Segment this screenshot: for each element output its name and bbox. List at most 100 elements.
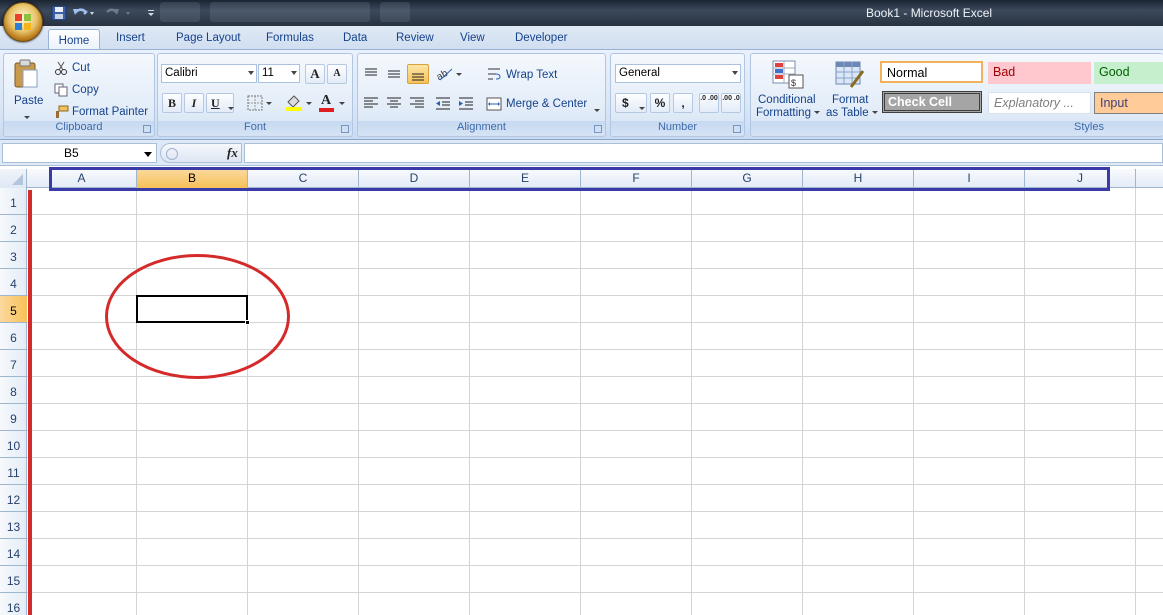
format-painter-button[interactable]: Format Painter: [72, 106, 148, 118]
wrap-text-button[interactable]: Wrap Text: [506, 69, 557, 81]
alignment-launcher-icon[interactable]: [594, 125, 602, 133]
increase-indent-icon[interactable]: [457, 94, 475, 112]
tab-developer[interactable]: Developer: [515, 32, 567, 44]
row-header-1[interactable]: 1: [0, 188, 27, 215]
paste-icon[interactable]: [12, 59, 40, 89]
row-header-16[interactable]: 16: [0, 593, 27, 615]
row-header-12[interactable]: 12: [0, 485, 27, 512]
align-left-icon[interactable]: [362, 94, 380, 112]
font-color-icon[interactable]: A: [318, 93, 348, 112]
save-icon[interactable]: [51, 5, 67, 21]
row-header-5[interactable]: 5: [0, 296, 27, 323]
number-format-combo[interactable]: General: [615, 64, 741, 83]
row-header-3[interactable]: 3: [0, 242, 27, 269]
font-group: Calibri 11 A A B I U A Font: [157, 53, 353, 137]
tab-page-layout[interactable]: Page Layout: [176, 32, 241, 44]
copy-icon: [54, 83, 68, 97]
row-header-7[interactable]: 7: [0, 350, 27, 377]
style-check-cell[interactable]: Check Cell: [882, 91, 982, 113]
bold-button[interactable]: B: [162, 93, 182, 113]
row-header-13[interactable]: 13: [0, 512, 27, 539]
row-header-10[interactable]: 10: [0, 431, 27, 458]
formula-input[interactable]: [244, 143, 1163, 163]
fill-color-icon[interactable]: [284, 94, 314, 112]
name-box[interactable]: B5: [2, 143, 157, 163]
column-headers-highlight: [49, 167, 1110, 191]
format-as-table-button[interactable]: Format: [832, 94, 868, 106]
align-middle-icon[interactable]: [385, 65, 403, 83]
window-title: Book1 - Microsoft Excel: [866, 6, 993, 20]
currency-dropdown-icon[interactable]: [639, 101, 645, 114]
copy-button[interactable]: Copy: [72, 84, 99, 96]
merge-center-button[interactable]: Merge & Center: [506, 98, 587, 110]
align-bottom-icon[interactable]: [407, 64, 429, 84]
column-header-partial[interactable]: [1136, 169, 1163, 188]
row-header-4[interactable]: 4: [0, 269, 27, 296]
row-header-2[interactable]: 2: [0, 215, 27, 242]
conditional-formatting-button[interactable]: Conditional: [758, 94, 816, 106]
style-explanatory[interactable]: Explanatory ...: [988, 92, 1091, 114]
redo-icon[interactable]: [104, 5, 134, 21]
currency-symbol: $: [622, 96, 629, 110]
font-size-value: 11: [262, 67, 274, 79]
align-right-icon[interactable]: [408, 94, 426, 112]
percent-button[interactable]: %: [650, 93, 670, 113]
merge-dropdown-icon[interactable]: [594, 103, 600, 116]
conditional-formatting-line2-label: Formatting: [756, 107, 811, 119]
increase-decimal-button[interactable]: .0 .00: [699, 93, 719, 113]
decrease-decimal-button[interactable]: .00 .0: [721, 93, 741, 113]
align-top-icon[interactable]: [362, 65, 380, 83]
active-cell-highlight-ellipse: [105, 254, 290, 379]
svg-text:ab: ab: [435, 68, 451, 83]
tab-data[interactable]: Data: [343, 32, 367, 44]
shrink-font-button[interactable]: A: [327, 64, 347, 84]
font-size-combo[interactable]: 11: [258, 64, 300, 83]
alignment-label: Alignment: [358, 121, 605, 135]
insert-function-button[interactable]: fx: [227, 145, 238, 161]
style-normal[interactable]: Normal: [880, 61, 983, 83]
grow-font-button[interactable]: A: [305, 64, 325, 84]
borders-icon[interactable]: [246, 94, 274, 112]
paste-button[interactable]: Paste: [14, 95, 43, 107]
format-as-table-button-line2[interactable]: as Table: [826, 107, 878, 119]
number-format-value: General: [619, 67, 660, 79]
comma-button[interactable]: ,: [673, 93, 693, 113]
font-color-letter: A: [321, 93, 332, 108]
style-bad[interactable]: Bad: [988, 62, 1091, 84]
office-button[interactable]: [3, 2, 43, 42]
number-label: Number: [611, 121, 744, 135]
row-header-6[interactable]: 6: [0, 323, 27, 350]
tab-review[interactable]: Review: [396, 32, 434, 44]
row-header-15[interactable]: 15: [0, 566, 27, 593]
font-name-combo[interactable]: Calibri: [161, 64, 257, 83]
format-as-table-line2-label: as Table: [826, 107, 869, 119]
italic-button[interactable]: I: [184, 93, 204, 113]
row-header-9[interactable]: 9: [0, 404, 27, 431]
align-center-icon[interactable]: [385, 94, 403, 112]
tab-insert[interactable]: Insert: [116, 32, 145, 44]
expand-circle-icon[interactable]: [165, 147, 179, 161]
tab-view[interactable]: View: [460, 32, 485, 44]
font-launcher-icon[interactable]: [341, 125, 349, 133]
conditional-formatting-button-line2[interactable]: Formatting: [756, 107, 821, 119]
tab-formulas[interactable]: Formulas: [266, 32, 314, 44]
orientation-icon[interactable]: ab: [434, 65, 464, 83]
cut-button[interactable]: Cut: [72, 62, 90, 74]
clipboard-launcher-icon[interactable]: [143, 125, 151, 133]
excel-window: Book1 - Microsoft Excel Home Insert Page…: [0, 0, 1163, 615]
number-group: General $ % , .0 .00 .00 .0 Number: [610, 53, 745, 137]
tab-home[interactable]: Home: [48, 29, 100, 51]
name-box-value: B5: [64, 146, 79, 160]
row-header-8[interactable]: 8: [0, 377, 27, 404]
customize-qat-icon[interactable]: [146, 5, 162, 21]
style-input[interactable]: Input: [1094, 92, 1163, 114]
undo-icon[interactable]: [72, 5, 96, 21]
style-good[interactable]: Good: [1094, 62, 1163, 84]
number-launcher-icon[interactable]: [733, 125, 741, 133]
select-all-button[interactable]: [0, 169, 27, 188]
decrease-indent-icon[interactable]: [434, 94, 452, 112]
row-header-14[interactable]: 14: [0, 539, 27, 566]
underline-dropdown-icon[interactable]: [228, 101, 234, 114]
wrap-text-icon: [486, 66, 502, 82]
row-header-11[interactable]: 11: [0, 458, 27, 485]
